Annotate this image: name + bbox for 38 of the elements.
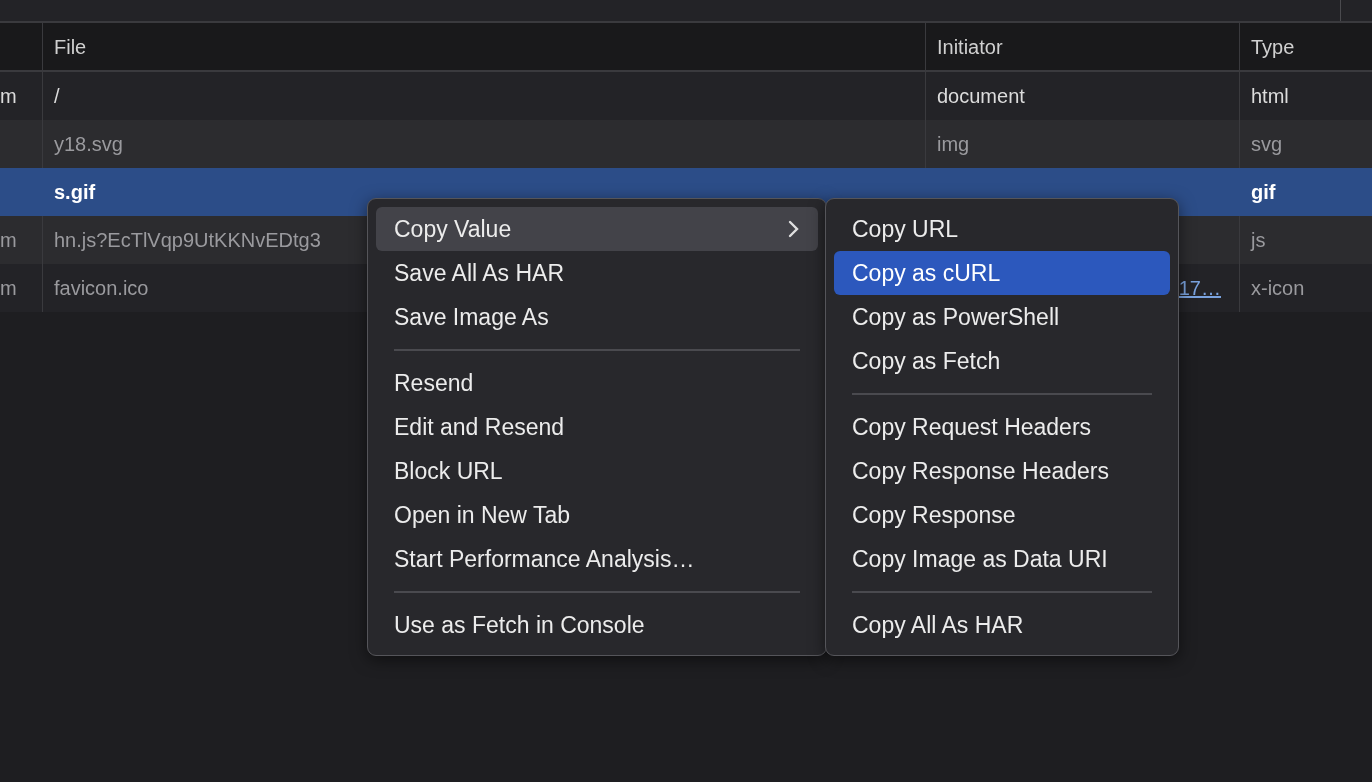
table-cell-text: /: [54, 84, 60, 109]
menu-item[interactable]: Save Image As: [376, 295, 818, 339]
menu-item[interactable]: Edit and Resend: [376, 405, 818, 449]
table-row[interactable]: m / document html: [0, 72, 1372, 120]
column-header[interactable]: Type: [1251, 31, 1295, 62]
table-cell-text: js: [1251, 228, 1266, 253]
table-cell-text: svg: [1251, 132, 1283, 157]
menu-item[interactable]: Open in New Tab: [376, 493, 818, 537]
initiator-link[interactable]: 17…: [1178, 273, 1221, 303]
table-cell-text: document: [937, 84, 1025, 109]
table-cell-text: img: [937, 132, 970, 157]
table-cell-text: m: [0, 84, 17, 109]
table-cell-text: y18.svg: [54, 132, 123, 157]
table-cell-text: m: [0, 276, 17, 301]
table-cell-text: hn.js?EcTlVqp9UtKKNvEDtg3: [54, 228, 321, 253]
menu-item[interactable]: Use as Fetch in Console: [376, 603, 818, 647]
menu-item[interactable]: Save All As HAR: [376, 251, 818, 295]
table-row[interactable]: y18.svg img svg: [0, 120, 1372, 168]
table-cell-text: x-icon: [1251, 276, 1305, 301]
table-cell-text: html: [1251, 84, 1289, 109]
column-header[interactable]: Initiator: [937, 31, 1003, 62]
table-cell-text: gif: [1251, 180, 1276, 205]
menu-item[interactable]: Start Performance Analysis…: [376, 537, 818, 581]
table-cell-text: s.gif: [54, 180, 96, 205]
menu-item[interactable]: Copy as cURL: [834, 251, 1170, 295]
menu-item[interactable]: Copy Image as Data URI: [834, 537, 1170, 581]
table-cell-text: favicon.ico: [54, 276, 149, 301]
menu-item[interactable]: Copy as Fetch: [834, 339, 1170, 383]
menu-item[interactable]: Resend: [376, 361, 818, 405]
menu-item[interactable]: Copy All As HAR: [834, 603, 1170, 647]
menu-item[interactable]: Copy Response: [834, 493, 1170, 537]
menu-item[interactable]: Copy Request Headers: [834, 405, 1170, 449]
menu-item[interactable]: Block URL: [376, 449, 818, 493]
menu-item[interactable]: Copy as PowerShell: [834, 295, 1170, 339]
column-header[interactable]: File: [54, 31, 87, 62]
table-cell-text: m: [0, 228, 17, 253]
menu-item[interactable]: Copy Value: [376, 207, 818, 251]
menu-item[interactable]: Copy Response Headers: [834, 449, 1170, 493]
